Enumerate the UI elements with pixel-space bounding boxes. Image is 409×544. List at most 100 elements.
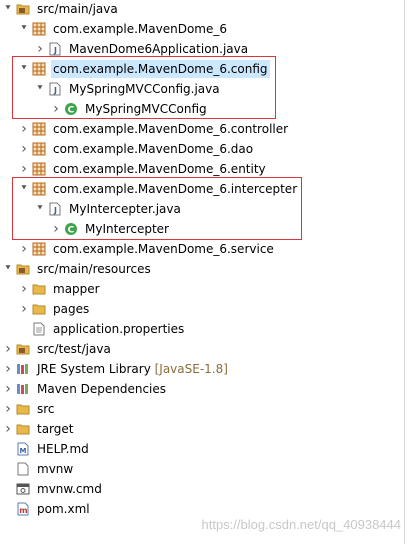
tree-item-label: Maven Dependencies [35,380,168,398]
svg-text:C: C [68,106,75,116]
package-icon [32,182,46,196]
chevron-down-icon[interactable]: ⯆ [2,0,14,19]
tree-item-text: src/test/java [37,342,111,356]
tree-item-label: com.example.MavenDome_6.config [51,60,270,78]
tree-item[interactable]: ⯆ com.example.MavenDome_6 [0,19,409,39]
chevron-right-icon[interactable]: › [2,379,14,399]
tree-item-label: com.example.MavenDome_6.intercepter [51,180,299,198]
tree-item[interactable]: › mapper [0,279,409,299]
tree-item[interactable]: › JRE System Library [JavaSE-1.8] [0,359,402,379]
tree-item[interactable]: › target [0,419,402,439]
chevron-right-icon[interactable]: › [34,39,46,59]
tree-item[interactable]: ⯆ src/main/java [0,0,402,19]
folder-icon [16,402,30,416]
chevron-down-icon[interactable]: ⯆ [18,179,30,199]
chevron-right-icon[interactable]: › [2,399,14,419]
chevron-right-icon[interactable]: › [2,339,14,359]
tree-item[interactable]: mvnw.cmd [0,479,402,499]
library-icon [16,382,30,396]
tree-item[interactable]: ⯆ com.example.MavenDome_6.config [0,59,409,79]
tree-item-text: MySpringMVCConfig [85,102,207,116]
source-folder-icon [16,262,30,276]
tree-item-text: src/main/resources [37,262,151,276]
tree-item-label: mvnw.cmd [35,480,104,498]
chevron-right-icon[interactable]: › [18,119,30,139]
scrollbar-track[interactable] [404,0,405,544]
tree-item[interactable]: › C MyIntercepter [0,219,409,239]
tree-item-label: MySpringMVCConfig [83,100,209,118]
tree-item-label: MySpringMVCConfig.java [67,80,222,98]
chevron-right-icon[interactable]: › [18,279,30,299]
tree-item-text: mvnw.cmd [37,482,102,496]
tree-item[interactable]: M HELP.md [0,439,402,459]
tree-item[interactable]: m pom.xml [0,499,402,519]
chevron-right-icon[interactable]: › [2,419,14,439]
tree-item[interactable]: › pages [0,299,409,319]
chevron-right-icon[interactable]: › [18,159,30,179]
source-folder-icon [16,342,30,356]
chevron-right-icon[interactable]: › [50,219,62,239]
chevron-right-icon[interactable]: › [50,99,62,119]
tree-item[interactable]: ⯆ com.example.MavenDome_6.intercepter [0,179,409,199]
svg-text:M: M [20,447,27,455]
chevron-right-icon[interactable]: › [18,139,30,159]
tree-item-text: com.example.MavenDome_6.controller [53,122,289,136]
tree-item-text: com.example.MavenDome_6.intercepter [53,182,298,196]
tree-item[interactable]: › src/test/java [0,339,402,359]
tree-item-text: target [37,422,74,436]
java-file-icon: J [48,42,62,56]
tree-item[interactable]: › com.example.MavenDome_6.entity [0,159,409,179]
cmd-file-icon [16,482,30,496]
tree-item-text: MavenDome6Application.java [69,42,249,56]
folder-icon [32,302,46,316]
tree-item[interactable]: › J MavenDome6Application.java [0,39,409,59]
chevron-right-icon[interactable]: › [18,299,30,319]
chevron-right-icon[interactable]: › [2,359,14,379]
tree-item[interactable]: › C MySpringMVCConfig [0,99,409,119]
chevron-down-icon[interactable]: ⯆ [18,19,30,39]
java-file-icon: J [48,82,62,96]
tree-item[interactable]: ⯆ src/main/resources [0,259,402,279]
tree-item[interactable]: › src [0,399,402,419]
chevron-down-icon[interactable]: ⯆ [34,199,46,219]
chevron-down-icon[interactable]: ⯆ [2,259,14,279]
chevron-down-icon[interactable]: ⯆ [34,79,46,99]
tree-item[interactable]: mvnw [0,459,402,479]
chevron-down-icon[interactable]: ⯆ [18,59,30,79]
tree-item-label: mvnw [35,460,75,478]
tree-item[interactable]: › com.example.MavenDome_6.dao [0,139,409,159]
tree-item[interactable]: › com.example.MavenDome_6.controller [0,119,409,139]
tree-item-text: JRE System Library [37,362,151,376]
tree-item[interactable]: › com.example.MavenDome_6.service [0,239,409,259]
tree-item-text: src [37,402,55,416]
tree-item-label: src/main/java [35,0,120,18]
tree-item-label: src/main/resources [35,260,153,278]
properties-file-icon [32,322,46,336]
tree-item-label: src/test/java [35,340,113,358]
folder-icon [16,422,30,436]
library-icon [16,362,30,376]
tree-item-label: mapper [51,280,102,298]
svg-text:J: J [53,46,57,55]
tree-item[interactable]: › Maven Dependencies [0,379,402,399]
tree-item-text: pom.xml [37,502,90,516]
tree-item-text: com.example.MavenDome_6 [53,22,227,36]
tree-item-label: src [35,400,57,418]
tree-item[interactable]: ⯆ J MyIntercepter.java [0,199,409,219]
tree-item-label: pages [51,300,91,318]
svg-text:m: m [19,506,27,515]
tree-item-label: MyIntercepter [83,220,171,238]
tree-item-text: mapper [53,282,100,296]
tree-item-text: src/main/java [37,2,118,16]
tree-item[interactable]: application.properties [0,319,409,339]
tree-item-label: pom.xml [35,500,92,518]
chevron-right-icon[interactable]: › [18,239,30,259]
tree-item-text: HELP.md [37,442,89,456]
tree-item[interactable]: ⯆ J MySpringMVCConfig.java [0,79,409,99]
tree-item-text: com.example.MavenDome_6.service [53,242,274,256]
package-icon [32,162,46,176]
